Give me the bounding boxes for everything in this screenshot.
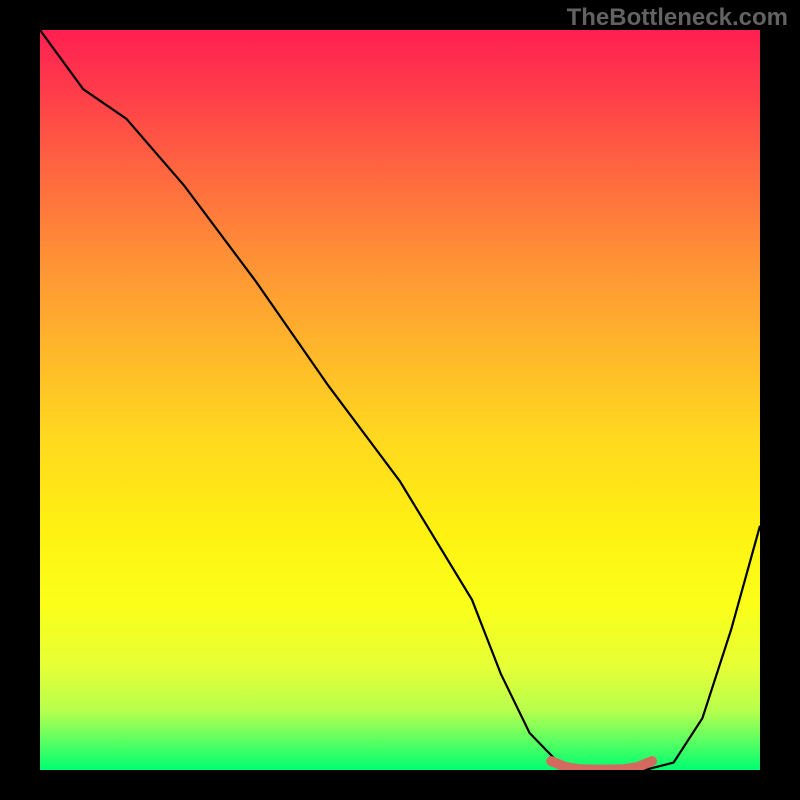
highlight-segment	[551, 761, 652, 770]
bottleneck-curve	[40, 30, 760, 770]
plot-area	[40, 30, 760, 770]
curve-svg	[40, 30, 760, 770]
watermark-text: TheBottleneck.com	[567, 4, 788, 32]
